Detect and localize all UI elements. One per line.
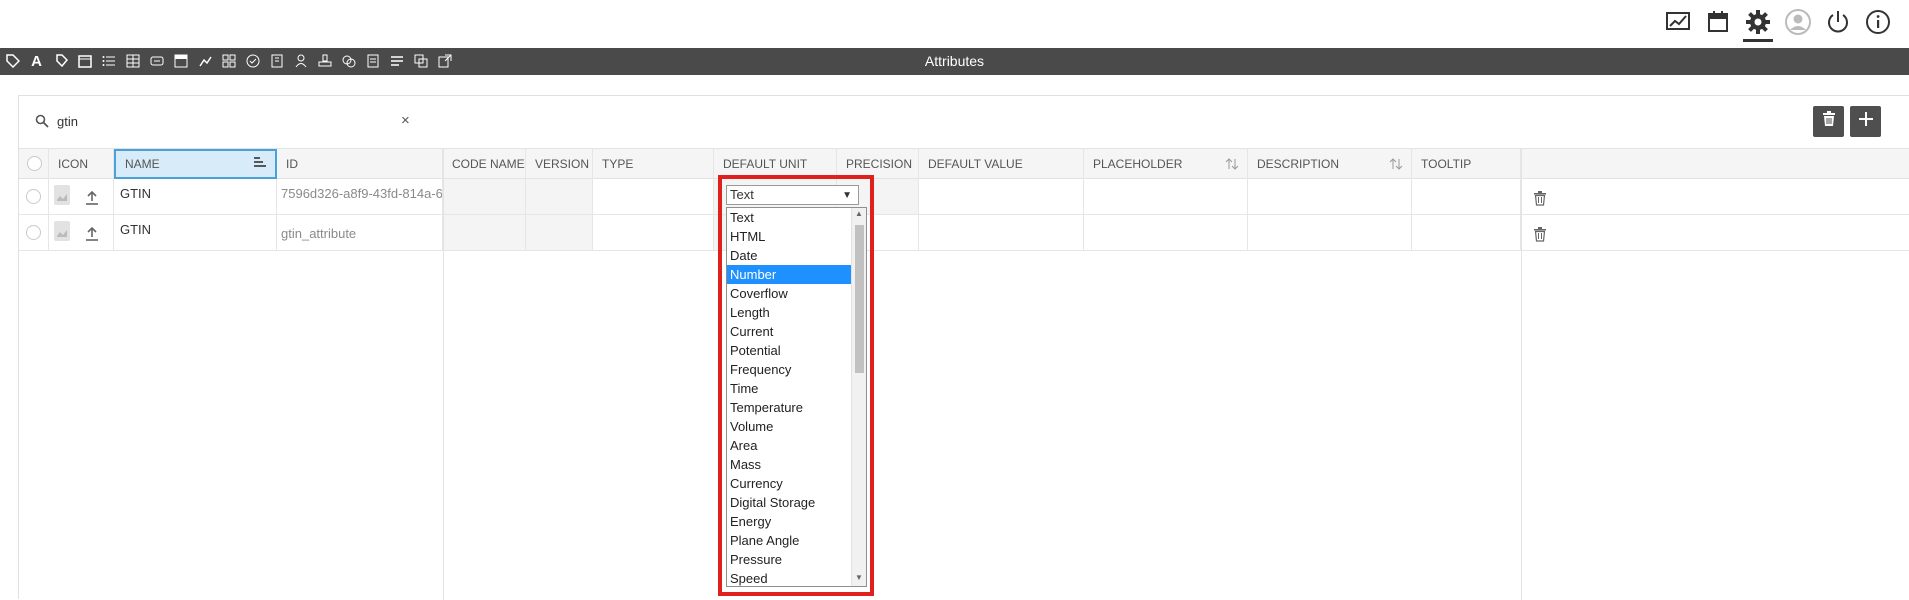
- default-value-cell[interactable]: [919, 215, 1084, 250]
- image-placeholder-icon[interactable]: [54, 185, 70, 214]
- icon-cell: [49, 215, 114, 250]
- placeholder-cell[interactable]: [1084, 215, 1248, 250]
- description-cell[interactable]: [1248, 179, 1412, 214]
- column-header-description-label: DESCRIPTION: [1257, 157, 1340, 171]
- upload-icon[interactable]: [85, 187, 99, 214]
- column-header-placeholder-label: PLACEHOLDER: [1093, 157, 1183, 171]
- name-cell[interactable]: GTIN: [114, 179, 277, 214]
- description-cell[interactable]: [1248, 215, 1412, 250]
- search-icon: [35, 114, 49, 133]
- id-cell: 7596d326-a8f9-43fd-814a-65: [277, 179, 443, 214]
- type-cell: [593, 179, 714, 214]
- user-icon[interactable]: [1785, 8, 1811, 36]
- row-select-radio[interactable]: [26, 189, 41, 204]
- sort-arrows-icon[interactable]: [1389, 149, 1403, 182]
- module-toolbar: A Attributes: [0, 48, 1909, 75]
- row-select-cell: [19, 179, 49, 214]
- sort-arrows-icon[interactable]: [1225, 149, 1239, 182]
- column-header-placeholder[interactable]: PLACEHOLDER: [1084, 149, 1248, 179]
- power-icon[interactable]: [1825, 8, 1851, 36]
- chart-icon[interactable]: [1665, 8, 1691, 36]
- column-header-code-name[interactable]: CODE NAME: [443, 149, 526, 179]
- sort-icon[interactable]: [253, 151, 267, 177]
- select-all-radio[interactable]: [27, 156, 42, 171]
- type-cell[interactable]: [593, 215, 714, 250]
- highlight-box: [718, 175, 874, 596]
- column-header-type[interactable]: TYPE: [593, 149, 714, 179]
- column-header-icon[interactable]: ICON: [49, 149, 114, 179]
- info-icon[interactable]: [1865, 8, 1891, 36]
- column-header-name[interactable]: NAME: [114, 149, 277, 179]
- table-row[interactable]: GTIN 7596d326-a8f9-43fd-814a-65: [19, 179, 1909, 215]
- icon-cell: [49, 179, 114, 214]
- delete-button[interactable]: [1813, 106, 1844, 137]
- top-bar: [0, 0, 1909, 48]
- column-header-id[interactable]: ID: [277, 149, 443, 179]
- table-row[interactable]: GTIN gtin_attribute: [19, 215, 1909, 251]
- version-cell: [526, 215, 593, 250]
- code-name-cell: [443, 179, 526, 214]
- column-header-version[interactable]: VERSION: [526, 149, 593, 179]
- calendar-icon[interactable]: [1705, 8, 1731, 36]
- image-placeholder-icon[interactable]: [54, 221, 70, 250]
- row-actions-cell: [1521, 179, 1909, 214]
- frozen-column-divider: [443, 148, 444, 600]
- name-cell[interactable]: GTIN: [114, 215, 277, 250]
- row-select-radio[interactable]: [26, 225, 41, 240]
- trash-icon: [1822, 111, 1836, 132]
- default-value-cell[interactable]: [919, 179, 1084, 214]
- id-cell: gtin_attribute: [277, 215, 443, 250]
- tooltip-cell[interactable]: [1412, 215, 1521, 250]
- actions-column-divider: [1521, 148, 1522, 600]
- trash-icon[interactable]: [1534, 187, 1546, 214]
- select-all-cell: [19, 149, 49, 179]
- search-clear-button[interactable]: ×: [401, 112, 410, 129]
- tooltip-cell[interactable]: [1412, 179, 1521, 214]
- page-title: Attributes: [924, 53, 985, 69]
- column-header-description[interactable]: DESCRIPTION: [1248, 149, 1412, 179]
- trash-icon[interactable]: [1534, 223, 1546, 250]
- placeholder-cell[interactable]: [1084, 179, 1248, 214]
- version-cell: [526, 179, 593, 214]
- column-header-actions: [1521, 149, 1909, 179]
- add-button[interactable]: [1850, 106, 1881, 137]
- search-input[interactable]: gtin: [57, 114, 78, 129]
- gear-icon[interactable]: [1743, 8, 1773, 42]
- row-select-cell: [19, 215, 49, 250]
- table-header: ICON NAME ID CODE NAME VERSION TYPE DEFA…: [19, 148, 1909, 179]
- row-actions-cell: [1521, 215, 1909, 250]
- upload-icon[interactable]: [85, 223, 99, 250]
- plus-icon: [1858, 111, 1874, 132]
- column-header-tooltip[interactable]: TOOLTIP: [1412, 149, 1521, 179]
- attributes-panel: gtin × ICON NAME ID CODE NAME VERSION TY…: [18, 95, 1909, 600]
- top-icon-group: [1665, 8, 1891, 42]
- code-name-cell: [443, 215, 526, 250]
- column-header-name-label: NAME: [125, 157, 160, 171]
- column-header-default-value[interactable]: DEFAULT VALUE: [919, 149, 1084, 179]
